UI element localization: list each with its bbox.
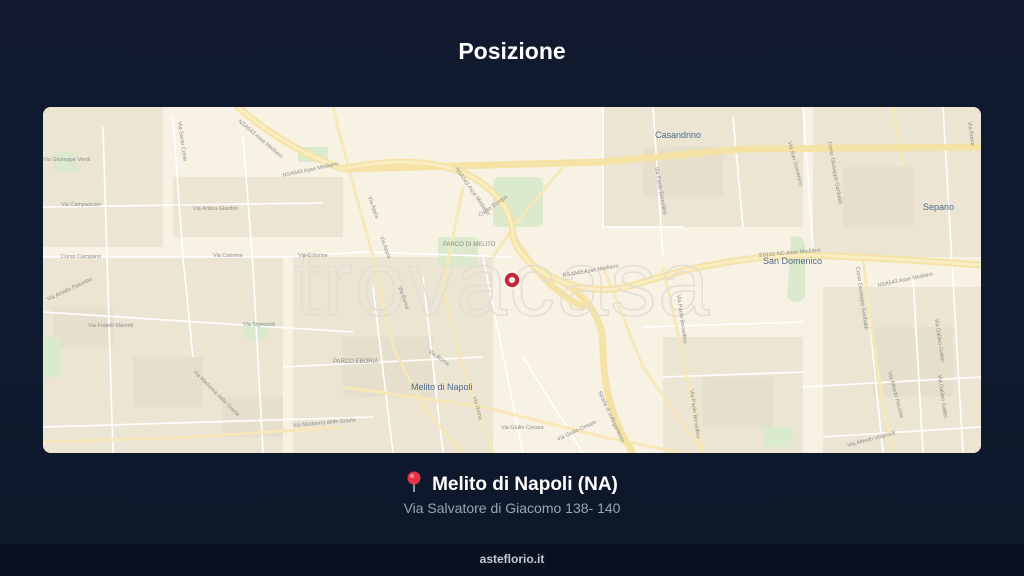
map-marker-icon[interactable] [503, 271, 521, 289]
park-label-eboria: PARCO EBORIA [333, 359, 378, 365]
town-label-casandrino: Casandrino [655, 130, 701, 140]
town-label-melito: Melito di Napoli [411, 382, 473, 392]
location-address: Via Salvatore di Giacomo 138- 140 [403, 500, 621, 516]
page-title: Posizione [458, 38, 566, 64]
footer-brand[interactable]: asteflorio.it [0, 544, 1024, 576]
map-view[interactable]: trovacasa Casandrino Melito di Napoli Sa… [43, 107, 981, 453]
park-label-melito: PARCO DI MELITO [443, 242, 496, 248]
road-label-via-giuseppe-verdi: Via Giuseppe Verdi [43, 157, 90, 163]
road-label-via-signorelli: Via Signorelli [243, 322, 275, 328]
round-pushpin-icon [406, 471, 422, 499]
road-label-via-giulio-cesare: Via Giulio Cesare [501, 425, 544, 431]
town-label-sepano: Sepano [923, 202, 954, 212]
watermark-text: trovacasa [295, 233, 712, 335]
road-label-via-campasciso: Via Campasciso [61, 202, 101, 208]
road-label-via-antica-giardini: Via Antica Giardini [193, 206, 238, 212]
road-label-corso-campano: Corso Campano [61, 254, 101, 260]
road-label-via-colonne: Via Colonne [213, 253, 243, 259]
location-heading: Melito di Napoli (NA) [0, 471, 1024, 499]
map-canvas[interactable]: trovacasa Casandrino Melito di Napoli Sa… [43, 107, 981, 453]
road-label-via-colonne-2: Via Colonne [298, 253, 328, 259]
location-city: Melito di Napoli (NA) [432, 474, 618, 495]
road-label-via-fratelli-mariotti: Via Fratelli Mariotti [88, 323, 133, 329]
